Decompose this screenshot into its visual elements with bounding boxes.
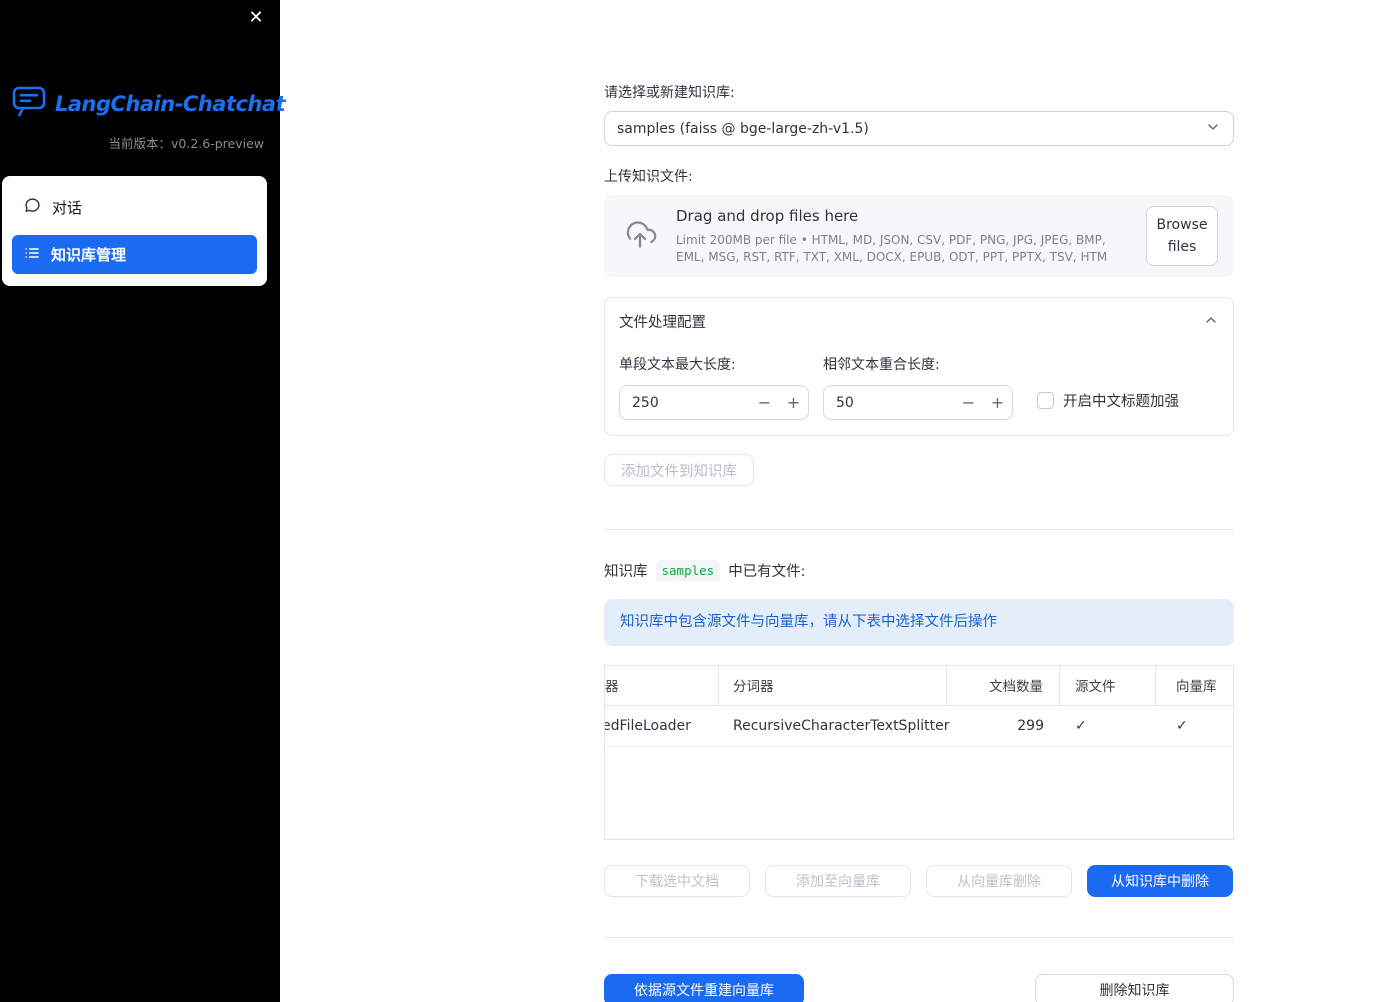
chat-bubble-icon xyxy=(24,197,41,218)
table-row[interactable]: UnstructuredFileLoader RecursiveCharacte… xyxy=(605,706,1233,747)
kb-select-label: 请选择或新建知识库: xyxy=(604,85,735,101)
sidebar-item-knowledge-base[interactable]: 知识库管理 xyxy=(12,235,257,274)
divider xyxy=(604,529,1234,530)
delete-kb-button[interactable]: 删除知识库 xyxy=(1035,973,1234,1002)
existing-files-heading: 知识库 samples 中已有文件: xyxy=(604,560,1234,581)
expander-body: 单段文本最大长度: 250 − + 相邻文本重合长度: 50 − + 开启中文标… xyxy=(605,338,1233,435)
kb-name-code: samples xyxy=(655,560,721,581)
file-config-expander: 文件处理配置 单段文本最大长度: 250 − + 相邻文本重合长度: 50 − … xyxy=(604,297,1234,436)
files-line-prefix: 知识库 xyxy=(604,564,648,580)
file-dropzone[interactable]: Drag and drop files here Limit 200MB per… xyxy=(604,195,1234,277)
sidebar-nav: 对话 知识库管理 xyxy=(2,176,267,286)
zh-title-enhance-label[interactable]: 开启中文标题加强 xyxy=(1063,390,1179,411)
kb-actions-row: 依据源文件重建向量库 删除知识库 xyxy=(604,973,1234,1002)
sidebar-item-label: 知识库管理 xyxy=(51,246,127,264)
add-files-to-kb-button[interactable]: 添加文件到知识库 xyxy=(604,454,754,486)
zh-title-enhance-checkbox[interactable]: 开启中文标题加强 xyxy=(1037,390,1179,411)
dropzone-title: Drag and drop files here xyxy=(676,207,859,226)
column-header-loader[interactable]: 文档加载器 xyxy=(605,665,719,705)
add-to-vector-store-button[interactable]: 添加至向量库 xyxy=(765,864,911,897)
chunk-size-value[interactable]: 250 xyxy=(620,395,750,411)
version-label: 当前版本：v0.2.6-preview xyxy=(108,136,265,151)
column-header-doc-count[interactable]: 文档数量 xyxy=(947,665,1060,705)
cloud-upload-icon xyxy=(620,217,660,255)
browse-files-button[interactable]: Browse files xyxy=(1146,205,1218,267)
table-empty-area xyxy=(605,747,1233,839)
overlap-size-increment-button[interactable]: + xyxy=(983,386,1012,419)
kb-select-value: samples (faiss @ bge-large-zh-v1.5) xyxy=(617,120,869,137)
delete-from-kb-button[interactable]: 从知识库中删除 xyxy=(1087,864,1233,897)
column-header-vector-store[interactable]: 向量库 xyxy=(1156,666,1233,705)
overlap-size-input[interactable]: 50 − + xyxy=(823,385,1013,420)
sidebar: ✕ LangChain-Chatchat 当前版本：v0.2.6-preview… xyxy=(0,0,286,1002)
chunk-size-group: 单段文本最大长度: 250 − + xyxy=(619,354,809,420)
overlap-size-value[interactable]: 50 xyxy=(824,395,954,411)
logo-text: LangChain-Chatchat xyxy=(55,91,286,116)
files-table-header: 文档加载器 分词器 文档数量 源文件 向量库 xyxy=(605,665,1233,706)
rebuild-vector-store-button[interactable]: 依据源文件重建向量库 xyxy=(604,973,804,1002)
cell-doc-count: 299 xyxy=(1017,717,1044,734)
sidebar-item-dialogue[interactable]: 对话 xyxy=(12,188,257,227)
list-icon xyxy=(24,245,40,265)
check-icon: ✓ xyxy=(1075,717,1087,734)
cell-splitter: RecursiveCharacterTextSplitter xyxy=(733,717,950,734)
delete-from-vector-store-button[interactable]: 从向量库删除 xyxy=(926,864,1072,897)
content-column: 请选择或新建知识库: samples (faiss @ bge-large-zh… xyxy=(604,0,1234,1002)
kb-select[interactable]: samples (faiss @ bge-large-zh-v1.5) xyxy=(604,111,1234,146)
expander-header[interactable]: 文件处理配置 xyxy=(605,298,1233,338)
chevron-up-icon xyxy=(1203,312,1219,332)
dropzone-hint: Limit 200MB per file • HTML, MD, JSON, C… xyxy=(676,233,1108,264)
logo-chat-icon xyxy=(12,86,46,121)
overlap-size-label: 相邻文本重合长度: xyxy=(823,357,940,373)
dropzone-texts: Drag and drop files here Limit 200MB per… xyxy=(676,207,1130,265)
chunk-size-increment-button[interactable]: + xyxy=(779,386,808,419)
file-actions-row: 下载选中文档 添加至向量库 从向量库删除 从知识库中删除 xyxy=(604,864,1234,897)
app-logo: LangChain-Chatchat xyxy=(0,0,286,121)
files-table: 文档加载器 分词器 文档数量 源文件 向量库 UnstructuredFileL… xyxy=(604,664,1234,840)
files-line-suffix: 中已有文件: xyxy=(728,564,806,580)
cell-loader: UnstructuredFileLoader xyxy=(605,717,691,734)
main-area: 请选择或新建知识库: samples (faiss @ bge-large-zh… xyxy=(280,0,1380,1002)
overlap-size-decrement-button[interactable]: − xyxy=(954,386,983,419)
chunk-size-decrement-button[interactable]: − xyxy=(750,386,779,419)
cell-vector-store: ✓ xyxy=(1156,706,1233,746)
chevron-down-icon xyxy=(1205,119,1221,139)
divider xyxy=(604,936,1234,938)
checkbox-icon[interactable] xyxy=(1037,392,1054,409)
column-header-splitter[interactable]: 分词器 xyxy=(719,665,947,705)
expander-title: 文件处理配置 xyxy=(619,315,706,331)
check-icon: ✓ xyxy=(1176,717,1188,734)
upload-label: 上传知识文件: xyxy=(604,169,693,185)
chunk-size-input[interactable]: 250 − + xyxy=(619,385,809,420)
info-alert: 知识库中包含源文件与向量库，请从下表中选择文件后操作 xyxy=(604,599,1234,646)
download-selected-button[interactable]: 下载选中文档 xyxy=(604,864,750,897)
close-sidebar-button[interactable]: ✕ xyxy=(244,6,268,30)
chunk-size-label: 单段文本最大长度: xyxy=(619,357,736,373)
sidebar-item-label: 对话 xyxy=(52,199,83,217)
cell-source-file: ✓ xyxy=(1060,706,1156,746)
overlap-size-group: 相邻文本重合长度: 50 − + xyxy=(823,354,1013,420)
column-header-source-file[interactable]: 源文件 xyxy=(1060,665,1156,705)
